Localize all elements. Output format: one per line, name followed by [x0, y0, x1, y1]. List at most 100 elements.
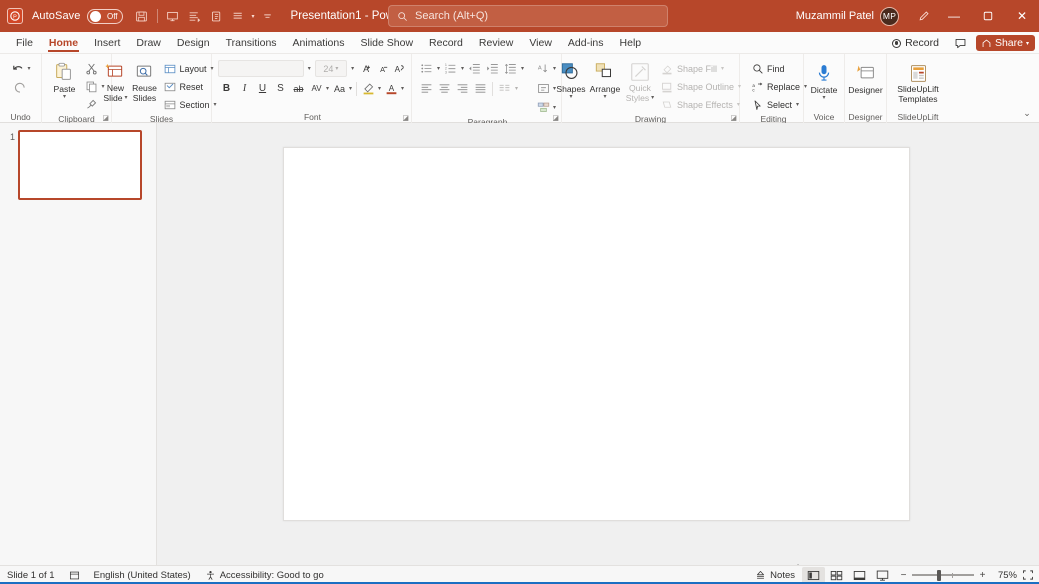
character-spacing-button[interactable]: AV — [308, 80, 325, 97]
tab-review[interactable]: Review — [471, 33, 521, 53]
find-button[interactable]: Find — [748, 60, 811, 77]
font-dialog-launcher[interactable]: ◪ — [402, 114, 409, 122]
chevron-down-icon[interactable]: ⌄ — [1019, 106, 1035, 120]
start-from-beginning-icon[interactable] — [163, 6, 183, 26]
bullets-button[interactable] — [418, 60, 435, 77]
align-right-button[interactable] — [454, 80, 471, 97]
comments-button[interactable] — [950, 34, 972, 52]
shape-fill-caret-icon[interactable]: ▾ — [720, 65, 725, 72]
text-highlight-color-button[interactable] — [360, 80, 377, 97]
arrange-button[interactable]: Arrange ▾ — [588, 58, 622, 101]
strikethrough-button[interactable]: ab — [290, 80, 307, 97]
numbering-caret-icon[interactable]: ▾ — [460, 65, 465, 72]
paste-caret-icon[interactable]: ▾ — [63, 94, 66, 101]
tab-view[interactable]: View — [521, 33, 560, 53]
notes-button[interactable]: Notes — [748, 567, 802, 584]
replace-button[interactable]: ac Replace ▾ — [748, 78, 811, 95]
select-caret-icon[interactable]: ▾ — [795, 101, 800, 108]
format-painter-button[interactable] — [83, 96, 100, 113]
tab-transitions[interactable]: Transitions — [218, 33, 285, 53]
zoom-in-button[interactable]: + — [978, 570, 987, 581]
fit-slide-button[interactable] — [1017, 567, 1039, 584]
change-case-caret-icon[interactable]: ▾ — [348, 85, 353, 92]
share-button[interactable]: Share ▾ — [975, 35, 1035, 51]
shape-outline-button[interactable]: Shape Outline ▾ — [658, 78, 745, 95]
font-color-caret-icon[interactable]: ▾ — [400, 85, 405, 92]
slide-sorter-view-button[interactable] — [825, 567, 848, 584]
decrease-indent-button[interactable] — [466, 60, 483, 77]
zoom-slider-track[interactable] — [912, 569, 974, 581]
paragraph-dialog-launcher[interactable]: ◪ — [552, 114, 559, 122]
pen-annotation-icon[interactable] — [909, 3, 937, 29]
increase-font-size-button[interactable]: A — [358, 60, 372, 77]
tab-help[interactable]: Help — [612, 33, 650, 53]
search-input[interactable]: Search (Alt+Q) — [388, 5, 668, 27]
dictate-caret-icon[interactable]: ▾ — [822, 95, 825, 102]
slide-canvas[interactable] — [283, 147, 910, 521]
convert-to-smartart-button[interactable] — [535, 99, 552, 116]
font-name-caret-icon[interactable]: ▾ — [307, 65, 312, 72]
autosave-toggle[interactable]: Off — [86, 8, 123, 24]
undo-caret-icon[interactable]: ▾ — [26, 65, 31, 72]
slide-counter[interactable]: Slide 1 of 1 — [0, 567, 62, 584]
align-center-button[interactable] — [436, 80, 453, 97]
copy-button[interactable] — [83, 78, 100, 95]
zoom-slider-thumb[interactable] — [937, 569, 941, 581]
change-case-button[interactable]: Aa — [331, 80, 348, 97]
save-icon[interactable] — [132, 6, 152, 26]
tab-insert[interactable]: Insert — [86, 33, 128, 53]
line-spacing-button[interactable] — [502, 60, 519, 77]
italic-button[interactable]: I — [236, 80, 253, 97]
dictate-button[interactable]: Dictate ▾ — [808, 59, 840, 102]
language-label[interactable]: English (United States) — [87, 567, 198, 584]
justify-button[interactable] — [472, 80, 489, 97]
undo-button[interactable] — [9, 60, 26, 77]
customize-list-icon[interactable] — [229, 6, 249, 26]
record-button[interactable]: Record — [885, 35, 946, 51]
notes-indicator-icon[interactable] — [62, 567, 87, 584]
redo-button[interactable] — [12, 79, 29, 96]
clear-formatting-button[interactable]: A — [393, 60, 407, 77]
line-spacing-caret-icon[interactable]: ▾ — [520, 65, 525, 72]
tab-design[interactable]: Design — [169, 33, 218, 53]
shapes-caret-icon[interactable]: ▾ — [569, 94, 572, 101]
font-size-input[interactable]: 24 ▾ — [314, 60, 348, 77]
font-size-caret-icon[interactable]: ▾ — [350, 65, 355, 72]
zoom-level-label[interactable]: 75% — [992, 570, 1017, 581]
reading-view-button[interactable] — [848, 567, 871, 584]
shape-effects-button[interactable]: Shape Effects ▾ — [658, 96, 745, 113]
qat-caret-icon[interactable]: ▾ — [251, 13, 256, 20]
slideuplift-templates-button[interactable]: SlideUpLift Templates — [890, 59, 946, 104]
paste-button[interactable]: Paste ▾ — [47, 58, 81, 101]
text-direction-button[interactable]: A — [535, 60, 552, 77]
shape-fill-button[interactable]: Shape Fill ▾ — [658, 60, 745, 77]
more-commands-icon[interactable] — [258, 6, 278, 26]
numbering-button[interactable]: 123 — [442, 60, 459, 77]
arrange-caret-icon[interactable]: ▾ — [603, 94, 606, 101]
decrease-font-size-button[interactable]: A — [375, 60, 389, 77]
tab-add-ins[interactable]: Add-ins — [560, 33, 612, 53]
new-slide-caret-icon[interactable]: ▾ — [125, 95, 128, 102]
font-name-input[interactable] — [218, 60, 304, 77]
tab-animations[interactable]: Animations — [285, 33, 353, 53]
duplicate-icon[interactable] — [207, 6, 227, 26]
window-close-button[interactable]: ✕ — [1005, 0, 1039, 32]
quick-styles-caret-icon[interactable]: ▾ — [651, 95, 654, 102]
zoom-slider[interactable]: − + — [899, 569, 987, 581]
reuse-slides-button[interactable]: Reuse Slides — [129, 58, 159, 103]
tab-slide-show[interactable]: Slide Show — [353, 33, 422, 53]
tab-draw[interactable]: Draw — [128, 33, 169, 53]
tab-record[interactable]: Record — [421, 33, 471, 53]
tab-file[interactable]: File — [8, 33, 41, 53]
tab-home[interactable]: Home — [41, 33, 86, 53]
designer-button[interactable]: Designer — [848, 59, 884, 95]
bullets-caret-icon[interactable]: ▾ — [436, 65, 441, 72]
normal-view-button[interactable] — [802, 566, 825, 584]
quick-styles-button[interactable]: Quick Styles ▾ — [624, 58, 656, 103]
select-button[interactable]: Select ▾ — [748, 96, 811, 113]
avatar[interactable]: MP — [880, 6, 899, 26]
font-color-button[interactable]: A — [383, 80, 400, 97]
shapes-button[interactable]: Shapes ▾ — [556, 58, 586, 101]
text-highlight-caret-icon[interactable]: ▾ — [377, 85, 382, 92]
window-restore-button[interactable] — [971, 0, 1005, 32]
